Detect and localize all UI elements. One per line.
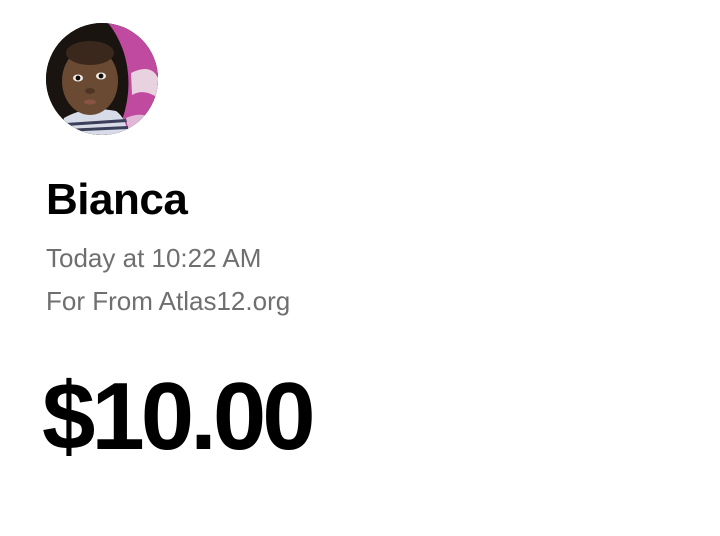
sender-avatar <box>46 23 158 135</box>
payment-note: For From Atlas12.org <box>46 286 291 316</box>
payment-timestamp: Today at 10:22 AM <box>46 243 262 273</box>
payment-amount: $10.00 <box>42 363 316 470</box>
avatar-photo <box>46 23 158 135</box>
sender-name: Bianca <box>46 175 188 224</box>
